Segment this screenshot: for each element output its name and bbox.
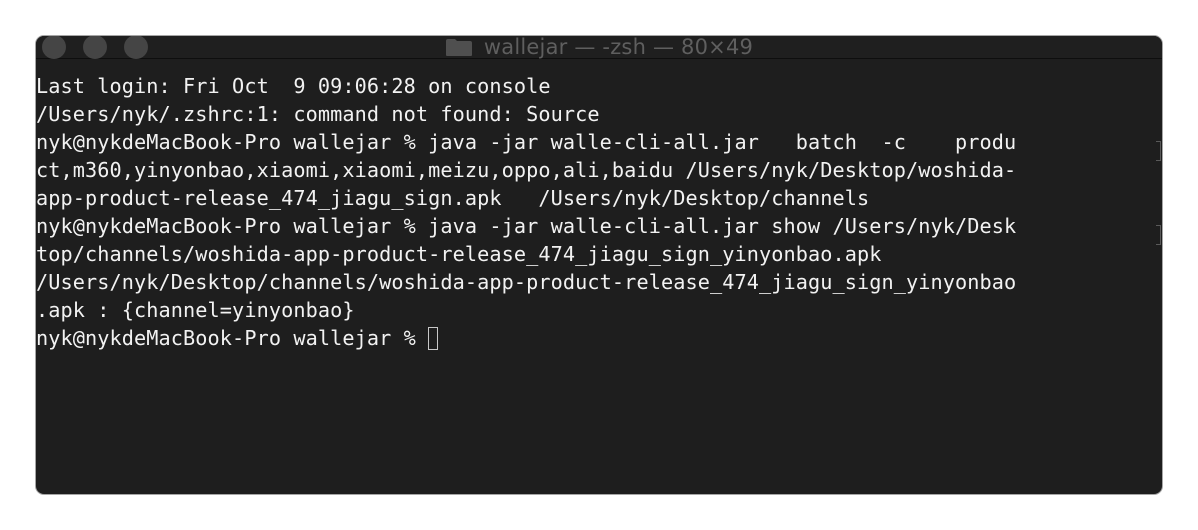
terminal-window: wallejar — -zsh — 80×49 Last login: Fri … xyxy=(36,36,1162,494)
terminal-line: ct,m360,yinyonbao,xiaomi,xiaomi,meizu,op… xyxy=(36,158,1017,182)
line-wrap-marker xyxy=(1156,141,1161,161)
line-wrap-marker xyxy=(1156,225,1161,245)
command-prompt-line[interactable]: nyk@nykdeMacBook-Pro wallejar % xyxy=(36,324,1162,352)
terminal-line: /Users/nyk/.zshrc:1: command not found: … xyxy=(36,102,600,126)
text-cursor xyxy=(428,326,439,350)
window-title: wallejar — -zsh — 80×49 xyxy=(483,36,754,59)
prompt-text: nyk@nykdeMacBook-Pro wallejar % xyxy=(36,326,429,350)
window-title-area: wallejar — -zsh — 80×49 xyxy=(36,36,1162,59)
folder-icon xyxy=(445,38,472,56)
terminal-line: /Users/nyk/Desktop/channels/woshida-app-… xyxy=(36,270,1017,294)
terminal-line: nyk@nykdeMacBook-Pro wallejar % java -ja… xyxy=(36,130,1017,154)
terminal-line: .apk : {channel=yinyonbao} xyxy=(36,298,355,322)
terminal-output[interactable]: Last login: Fri Oct 9 09:06:28 on consol… xyxy=(36,72,1162,494)
terminal-line: nyk@nykdeMacBook-Pro wallejar % java -ja… xyxy=(36,214,1017,238)
terminal-line: top/channels/woshida-app-product-release… xyxy=(36,242,882,266)
terminal-line: Last login: Fri Oct 9 09:06:28 on consol… xyxy=(36,74,551,98)
terminal-line: app-product-release_474_jiagu_sign.apk /… xyxy=(36,186,870,210)
title-bar[interactable]: wallejar — -zsh — 80×49 xyxy=(36,36,1162,59)
